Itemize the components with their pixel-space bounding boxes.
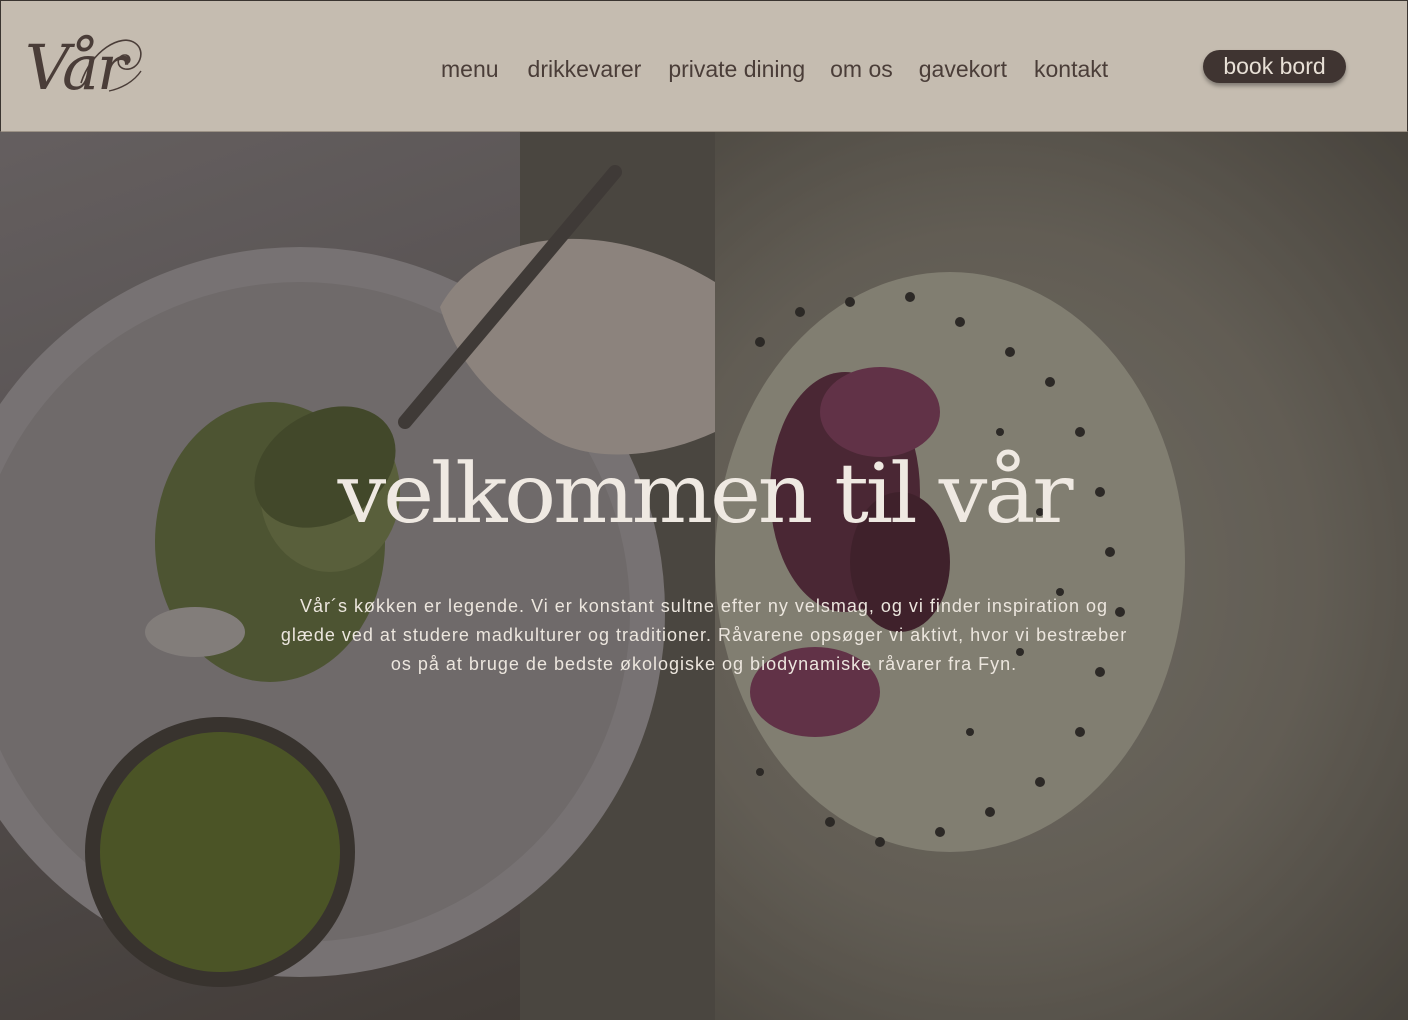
nav-kontakt[interactable]: kontakt: [1034, 54, 1108, 84]
hero-title: velkommen til vår: [337, 447, 1074, 542]
nav-om-os[interactable]: om os: [830, 54, 893, 84]
logo-text: Vår: [25, 31, 127, 104]
site-header: Vår menu drikkevarer private dining om o…: [0, 0, 1408, 132]
logo[interactable]: Vår: [21, 31, 151, 115]
hero-overlay: [0, 132, 1408, 1020]
nav-drikkevarer[interactable]: drikkevarer: [528, 54, 642, 84]
book-table-button[interactable]: book bord: [1203, 50, 1346, 83]
nav-gavekort[interactable]: gavekort: [919, 54, 1007, 84]
main-nav: menu drikkevarer private dining om os ga…: [441, 54, 1135, 84]
nav-menu[interactable]: menu: [441, 54, 499, 84]
page: Vår menu drikkevarer private dining om o…: [0, 0, 1408, 1020]
hero-description: Vår´s køkken er legende. Vi er konstant …: [280, 596, 1128, 674]
nav-private-dining[interactable]: private dining: [668, 54, 805, 84]
hero-section: velkommen til vår Vår´s køkken er legend…: [0, 132, 1408, 1020]
